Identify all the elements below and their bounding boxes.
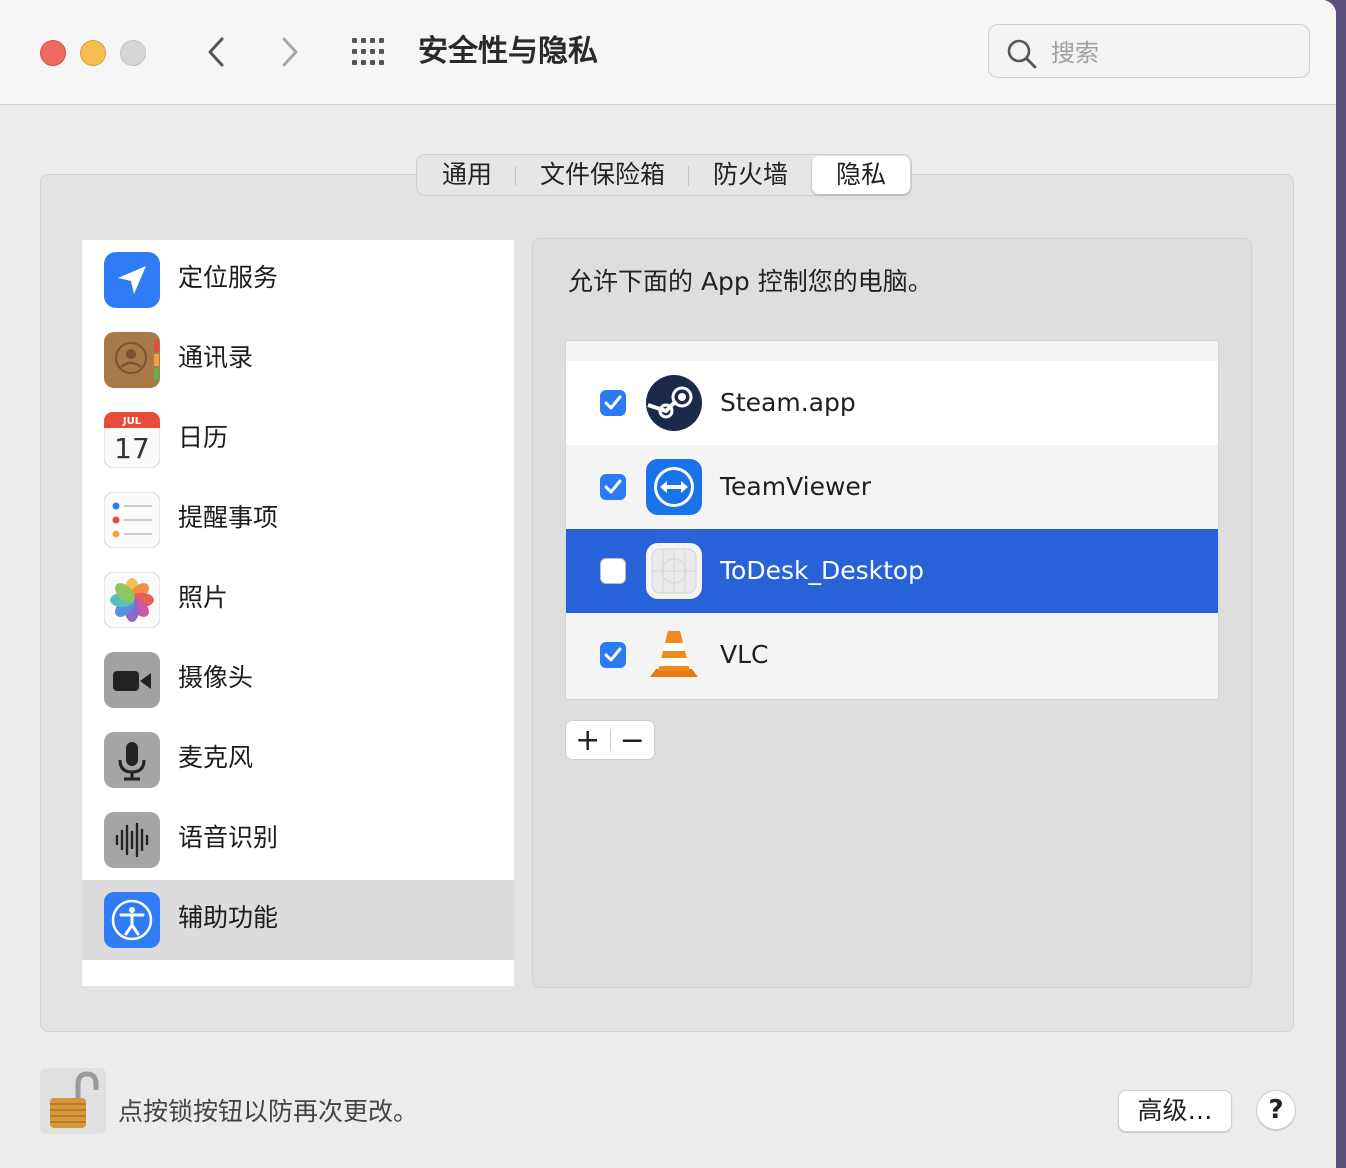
checkmark-icon bbox=[604, 395, 622, 410]
lock-button[interactable] bbox=[40, 1068, 106, 1134]
sidebar-item-camera[interactable]: 摄像头 bbox=[82, 640, 514, 720]
list-item-teamviewer[interactable]: TeamViewer bbox=[566, 445, 1218, 529]
vlc-icon bbox=[650, 631, 698, 677]
sidebar-item-label: 定位服务 bbox=[178, 263, 279, 292]
sidebar-item-label: 照片 bbox=[178, 583, 229, 612]
app-name: TeamViewer bbox=[720, 472, 872, 501]
sidebar-item-speech-recognition[interactable]: 语音识别 bbox=[82, 800, 514, 880]
svg-text:17: 17 bbox=[114, 432, 150, 465]
list-item-vlc[interactable]: VLC bbox=[566, 613, 1218, 697]
accessibility-icon bbox=[104, 892, 160, 948]
calendar-icon: JUL 17 bbox=[104, 412, 160, 468]
sidebar-item-label: 摄像头 bbox=[178, 663, 254, 692]
checkmark-icon bbox=[604, 647, 622, 662]
checkbox-teamviewer[interactable] bbox=[600, 474, 626, 500]
checkmark-icon bbox=[604, 479, 622, 494]
sidebar-item-location[interactable]: 定位服务 bbox=[82, 240, 514, 320]
remove-app-button[interactable]: − bbox=[610, 721, 654, 759]
show-all-button[interactable] bbox=[350, 36, 390, 68]
search-icon bbox=[1007, 39, 1037, 69]
checkbox-todesk[interactable] bbox=[600, 558, 626, 584]
steam-icon bbox=[646, 375, 702, 431]
search-input[interactable] bbox=[1049, 33, 1293, 73]
app-name: Steam.app bbox=[720, 388, 856, 417]
sidebar-item-calendar[interactable]: JUL 17 日历 bbox=[82, 400, 514, 480]
permission-description: 允许下面的 App 控制您的电脑。 bbox=[568, 267, 933, 296]
sidebar-item-label: 通讯录 bbox=[178, 343, 254, 372]
checkbox-steam[interactable] bbox=[600, 390, 626, 416]
lock-status-text: 点按锁按钮以防再次更改。 bbox=[118, 1097, 419, 1126]
forward-button[interactable] bbox=[270, 30, 310, 74]
unlocked-padlock-icon bbox=[50, 1071, 99, 1128]
sidebar-item-label: 语音识别 bbox=[178, 823, 279, 852]
list-item-todesk[interactable]: ToDesk_Desktop bbox=[566, 529, 1218, 613]
svg-text:JUL: JUL bbox=[122, 416, 142, 427]
photos-icon bbox=[104, 572, 160, 628]
sidebar-item-photos[interactable]: 照片 bbox=[82, 560, 514, 640]
back-button[interactable] bbox=[196, 30, 236, 74]
privacy-category-list: 定位服务 通讯录 JUL 17 日历 提醒事项 照片 摄像头 麦克风 语音识别 … bbox=[82, 240, 514, 986]
add-app-button[interactable]: + bbox=[566, 721, 610, 759]
tab-firewall[interactable]: 防火墙 bbox=[689, 156, 812, 194]
microphone-icon bbox=[104, 732, 160, 788]
sidebar-item-label: 日历 bbox=[178, 423, 229, 452]
search-box[interactable] bbox=[988, 24, 1310, 78]
sidebar-item-label: 辅助功能 bbox=[178, 903, 279, 932]
sidebar-item-reminders[interactable]: 提醒事项 bbox=[82, 480, 514, 560]
tab-privacy[interactable]: 隐私 bbox=[812, 156, 911, 194]
reminders-icon bbox=[104, 492, 160, 548]
app-list[interactable]: Steam.app TeamViewer ToDesk_Desktop VLC bbox=[565, 340, 1219, 700]
help-button[interactable]: ? bbox=[1256, 1090, 1296, 1130]
title-bar: 安全性与隐私 bbox=[0, 0, 1336, 105]
tab-bar: 通用 文件保险箱 防火墙 隐私 bbox=[416, 154, 913, 196]
window-title: 安全性与隐私 bbox=[418, 34, 598, 69]
todesk-icon bbox=[646, 543, 702, 599]
sidebar-item-accessibility[interactable]: 辅助功能 bbox=[82, 880, 514, 960]
close-window-button[interactable] bbox=[40, 40, 66, 66]
advanced-button[interactable]: 高级… bbox=[1118, 1090, 1232, 1132]
app-name: VLC bbox=[720, 640, 769, 669]
add-remove-control: + − bbox=[565, 720, 655, 760]
checkbox-vlc[interactable] bbox=[600, 642, 626, 668]
chevron-right-icon bbox=[282, 37, 298, 67]
sidebar-item-label: 提醒事项 bbox=[178, 503, 279, 532]
app-name: ToDesk_Desktop bbox=[720, 556, 925, 585]
camera-icon bbox=[104, 652, 160, 708]
sidebar-item-label: 麦克风 bbox=[178, 743, 254, 772]
sidebar-item-microphone[interactable]: 麦克风 bbox=[82, 720, 514, 800]
list-item-steam[interactable]: Steam.app bbox=[566, 361, 1218, 445]
teamviewer-icon bbox=[646, 459, 702, 515]
preferences-window: 安全性与隐私 通用 文件保险箱 防火墙 隐私 定位服务 通讯录 JUL 17 bbox=[0, 0, 1336, 1168]
tab-general[interactable]: 通用 bbox=[418, 156, 517, 194]
zoom-window-button[interactable] bbox=[120, 40, 146, 66]
minimize-window-button[interactable] bbox=[80, 40, 106, 66]
chevron-left-icon bbox=[208, 37, 224, 67]
sidebar-item-contacts[interactable]: 通讯录 bbox=[82, 320, 514, 400]
location-icon bbox=[104, 252, 160, 308]
speech-recognition-icon bbox=[104, 812, 160, 868]
grid-icon bbox=[352, 38, 384, 65]
contacts-icon bbox=[104, 332, 160, 388]
tab-filevault[interactable]: 文件保险箱 bbox=[516, 156, 690, 194]
